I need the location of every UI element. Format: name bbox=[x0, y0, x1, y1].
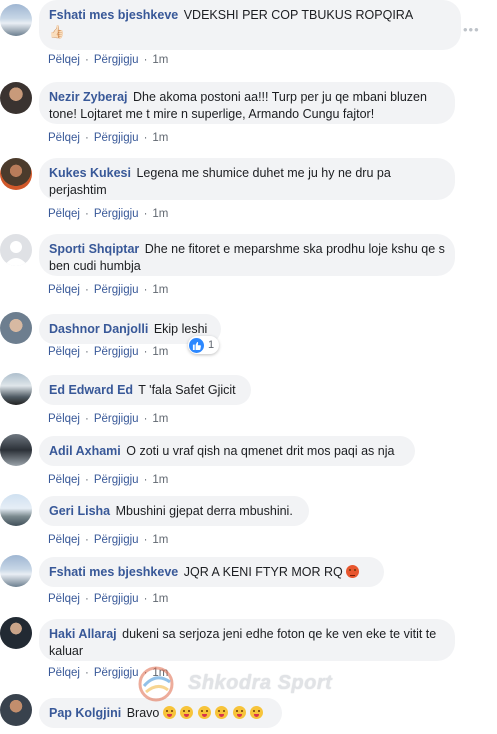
timestamp[interactable]: 1m bbox=[152, 284, 168, 296]
avatar[interactable] bbox=[0, 617, 32, 649]
comment-bubble: Kukes Kukesi Legena me shumice duhet me … bbox=[39, 158, 455, 200]
avatar[interactable] bbox=[0, 494, 32, 526]
comment-text: Bravo bbox=[126, 706, 160, 720]
like-link[interactable]: Pëlqej bbox=[48, 474, 80, 486]
comment-author[interactable]: Ed Edward Ed bbox=[49, 383, 133, 397]
laughing-emoji-icon bbox=[232, 706, 246, 719]
watermark-text: Shkodra Sport bbox=[188, 672, 333, 694]
avatar[interactable] bbox=[0, 434, 32, 466]
comment-actions: Pëlqej · Përgjigju · 1m bbox=[48, 474, 169, 486]
comment-bubble: Geri Lisha Mbushini gjepat derra mbushin… bbox=[39, 496, 309, 526]
thumbs-up-icon: 👍🏻 bbox=[49, 25, 65, 39]
avatar[interactable] bbox=[0, 373, 32, 405]
reply-link[interactable]: Përgjigju bbox=[94, 208, 139, 220]
comment-author[interactable]: Geri Lisha bbox=[49, 504, 110, 518]
comment-author[interactable]: Dashnor Danjolli bbox=[49, 322, 148, 336]
comment-bubble: Adil Axhami O zoti u vraf qish na qmenet… bbox=[39, 436, 415, 466]
comment-actions: Pëlqej · Përgjigju · 1m bbox=[48, 54, 169, 66]
avatar[interactable] bbox=[0, 234, 32, 266]
laughing-emoji-icon bbox=[250, 706, 264, 719]
timestamp[interactable]: 1m bbox=[152, 132, 168, 144]
comment-actions: Pëlqej · Përgjigju · 1m bbox=[48, 593, 169, 605]
comment-bubble: Nezir Zyberaj Dhe akoma postoni aa!!! Tu… bbox=[39, 82, 455, 124]
comment-text: Mbushini gjepat derra mbushini. bbox=[115, 504, 293, 518]
reply-link[interactable]: Përgjigju bbox=[94, 593, 139, 605]
reaction-summary[interactable]: 1 bbox=[188, 336, 220, 354]
comment-actions: Pëlqej · Përgjigju · 1m bbox=[48, 346, 169, 358]
comment-actions: Pëlqej · Përgjigju · 1m bbox=[48, 413, 169, 425]
reply-link[interactable]: Përgjigju bbox=[94, 474, 139, 486]
comment-actions: Pëlqej · Përgjigju · 1m bbox=[48, 208, 169, 220]
laughing-emoji-icon bbox=[215, 706, 229, 719]
reply-link[interactable]: Përgjigju bbox=[94, 284, 139, 296]
like-link[interactable]: Pëlqej bbox=[48, 593, 80, 605]
like-link[interactable]: Pëlqej bbox=[48, 54, 80, 66]
timestamp[interactable]: 1m bbox=[152, 413, 168, 425]
like-link[interactable]: Pëlqej bbox=[48, 346, 80, 358]
like-link[interactable]: Pëlqej bbox=[48, 667, 80, 679]
comment-author[interactable]: Haki Allaraj bbox=[49, 627, 117, 641]
avatar[interactable] bbox=[0, 4, 32, 36]
timestamp[interactable]: 1m bbox=[152, 667, 168, 679]
reply-link[interactable]: Përgjigju bbox=[94, 346, 139, 358]
comment-text: JQR A KENI FTYR MOR RQ bbox=[183, 565, 343, 579]
comment-text: T 'fala Safet Gjicit bbox=[138, 383, 236, 397]
laughing-emoji-icon bbox=[197, 706, 211, 719]
comment-author[interactable]: Adil Axhami bbox=[49, 444, 121, 458]
avatar[interactable] bbox=[0, 158, 32, 190]
reply-link[interactable]: Përgjigju bbox=[94, 132, 139, 144]
comment-bubble: Ed Edward Ed T 'fala Safet Gjicit bbox=[39, 375, 251, 405]
comment-actions: Pëlqej · Përgjigju · 1m bbox=[48, 132, 169, 144]
comment-actions: Pëlqej · Përgjigju · 1m bbox=[48, 667, 169, 679]
timestamp[interactable]: 1m bbox=[152, 54, 168, 66]
like-link[interactable]: Pëlqej bbox=[48, 132, 80, 144]
reply-link[interactable]: Përgjigju bbox=[94, 667, 139, 679]
comment-author[interactable]: Pap Kolgjini bbox=[49, 706, 121, 720]
reply-link[interactable]: Përgjigju bbox=[94, 534, 139, 546]
comment-text: VDEKSHI PER COP TBUKUS ROPQIRA bbox=[183, 8, 414, 22]
avatar[interactable] bbox=[0, 694, 32, 726]
like-link[interactable]: Pëlqej bbox=[48, 208, 80, 220]
comment-bubble: Haki Allaraj dukeni sa serjoza jeni edhe… bbox=[39, 619, 455, 661]
more-options-icon[interactable]: ••• bbox=[463, 22, 480, 37]
angry-emoji-icon bbox=[346, 565, 360, 578]
comment-author[interactable]: Kukes Kukesi bbox=[49, 166, 131, 180]
laughing-emoji-icon bbox=[162, 706, 176, 719]
like-link[interactable]: Pëlqej bbox=[48, 534, 80, 546]
default-avatar-icon bbox=[4, 241, 28, 266]
reply-link[interactable]: Përgjigju bbox=[94, 413, 139, 425]
comment-bubble: Fshati mes bjeshkeve JQR A KENI FTYR MOR… bbox=[39, 557, 384, 587]
comment-text: O zoti u vraf qish na qmenet drit mos pa… bbox=[126, 444, 395, 458]
comment-author[interactable]: Sporti Shqiptar bbox=[49, 242, 139, 256]
like-link[interactable]: Pëlqej bbox=[48, 413, 80, 425]
comment-bubble: Pap Kolgjini Bravo bbox=[39, 698, 282, 728]
reaction-count: 1 bbox=[208, 339, 215, 351]
avatar[interactable] bbox=[0, 82, 32, 114]
laughing-emoji-icon bbox=[180, 706, 194, 719]
comment-actions: Pëlqej · Përgjigju · 1m bbox=[48, 284, 169, 296]
like-reaction-icon bbox=[189, 337, 204, 353]
comment-author[interactable]: Fshati mes bjeshkeve bbox=[49, 565, 178, 579]
reply-link[interactable]: Përgjigju bbox=[94, 54, 139, 66]
avatar[interactable] bbox=[0, 555, 32, 587]
timestamp[interactable]: 1m bbox=[152, 346, 168, 358]
like-link[interactable]: Pëlqej bbox=[48, 284, 80, 296]
comment-actions: Pëlqej · Përgjigju · 1m bbox=[48, 534, 169, 546]
comment-text: Ekip leshi bbox=[153, 322, 208, 336]
avatar[interactable] bbox=[0, 312, 32, 344]
comment-bubble: Fshati mes bjeshkeve VDEKSHI PER COP TBU… bbox=[39, 0, 461, 50]
timestamp[interactable]: 1m bbox=[152, 593, 168, 605]
comment-author[interactable]: Nezir Zyberaj bbox=[49, 90, 128, 104]
comment-author[interactable]: Fshati mes bjeshkeve bbox=[49, 8, 178, 22]
timestamp[interactable]: 1m bbox=[152, 208, 168, 220]
comment-bubble: Sporti Shqiptar Dhe ne fitoret e meparsh… bbox=[39, 234, 455, 276]
timestamp[interactable]: 1m bbox=[152, 534, 168, 546]
timestamp[interactable]: 1m bbox=[152, 474, 168, 486]
emoji-row bbox=[162, 706, 264, 720]
